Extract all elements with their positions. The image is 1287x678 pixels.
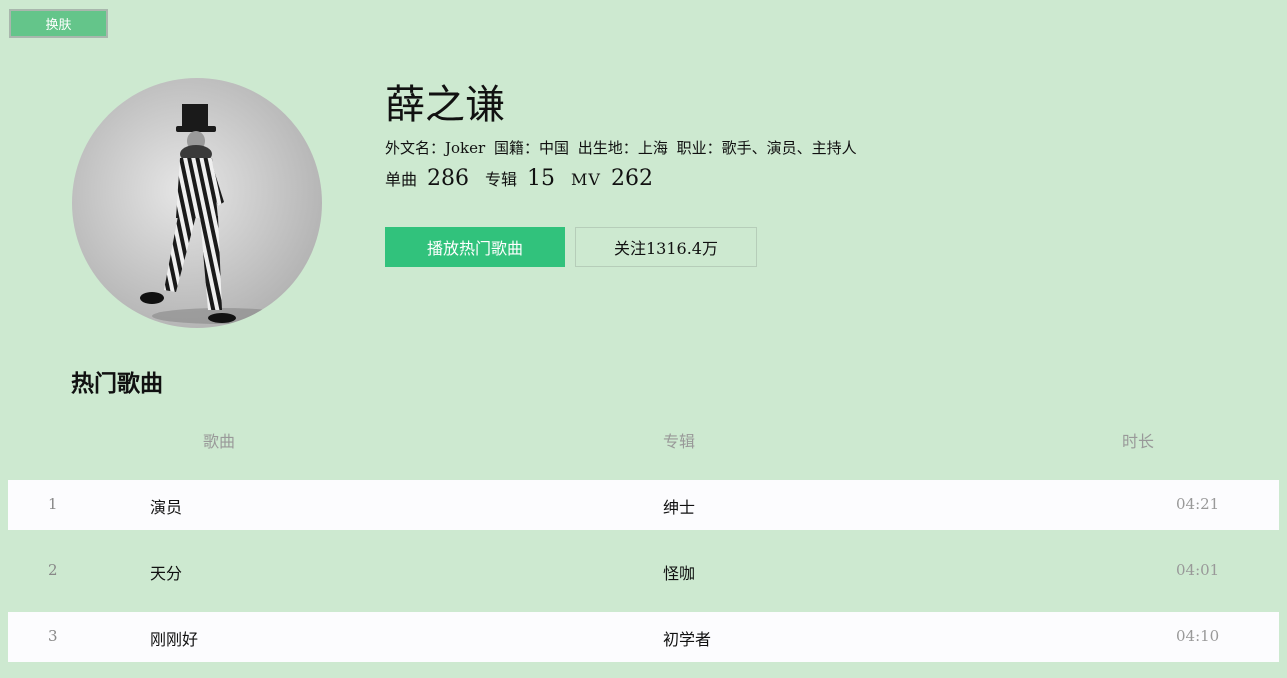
song-title[interactable]: 刚刚好 — [150, 626, 198, 650]
meta-occupation: 职业：歌手、演员、主持人 — [676, 139, 857, 157]
play-hot-songs-button[interactable]: 播放热门歌曲 — [385, 227, 565, 267]
song-title[interactable]: 演员 — [150, 494, 182, 518]
artist-actions: 播放热门歌曲 关注1316.4万 — [385, 227, 757, 267]
artist-meta: 外文名：Joker 国籍：中国 出生地：上海 职业：歌手、演员、主持人 — [385, 138, 861, 158]
follow-button[interactable]: 关注1316.4万 — [575, 227, 757, 267]
hot-song-list: 1 演员 绅士 04:21 2 天分 怪咖 04:01 3 刚刚好 初学者 04… — [8, 480, 1279, 678]
artist-stats: 单曲 286 专辑 15 MV 262 — [385, 166, 861, 191]
hot-songs-title: 热门歌曲 — [71, 371, 163, 397]
artist-profile: 薛之谦 外文名：Joker 国籍：中国 出生地：上海 职业：歌手、演员、主持人 … — [385, 82, 861, 191]
column-header-duration: 时长 — [1122, 432, 1155, 451]
song-title[interactable]: 天分 — [150, 560, 182, 584]
meta-nationality: 国籍：中国 — [493, 139, 570, 157]
artist-avatar — [72, 78, 322, 328]
skin-change-button[interactable]: 换肤 — [9, 9, 108, 38]
song-album[interactable]: 怪咖 — [663, 560, 695, 584]
song-row[interactable]: 3 刚刚好 初学者 04:10 — [8, 612, 1279, 662]
column-header-album: 专辑 — [663, 432, 696, 451]
song-album[interactable]: 初学者 — [663, 626, 711, 650]
stat-songs-value[interactable]: 286 — [427, 166, 469, 191]
song-row[interactable]: 2 天分 怪咖 04:01 — [8, 546, 1279, 596]
song-number: 3 — [48, 627, 58, 645]
song-duration: 04:21 — [1176, 495, 1220, 513]
song-duration: 04:01 — [1176, 561, 1220, 579]
stat-mv-label: MV — [571, 170, 601, 189]
stat-albums-label: 专辑 — [485, 170, 518, 189]
column-header-song: 歌曲 — [203, 432, 236, 451]
stat-mv-value[interactable]: 262 — [611, 166, 653, 191]
song-row[interactable]: 1 演员 绅士 04:21 — [8, 480, 1279, 530]
stat-songs-label: 单曲 — [385, 170, 418, 189]
meta-foreign-name: 外文名：Joker — [385, 139, 486, 157]
song-number: 1 — [48, 495, 58, 513]
song-number: 2 — [48, 561, 58, 579]
stat-albums-value[interactable]: 15 — [527, 166, 555, 191]
song-duration: 04:10 — [1176, 627, 1220, 645]
artist-name: 薛之谦 — [385, 82, 505, 128]
song-album[interactable]: 绅士 — [663, 494, 695, 518]
meta-birthplace: 出生地：上海 — [577, 139, 668, 157]
